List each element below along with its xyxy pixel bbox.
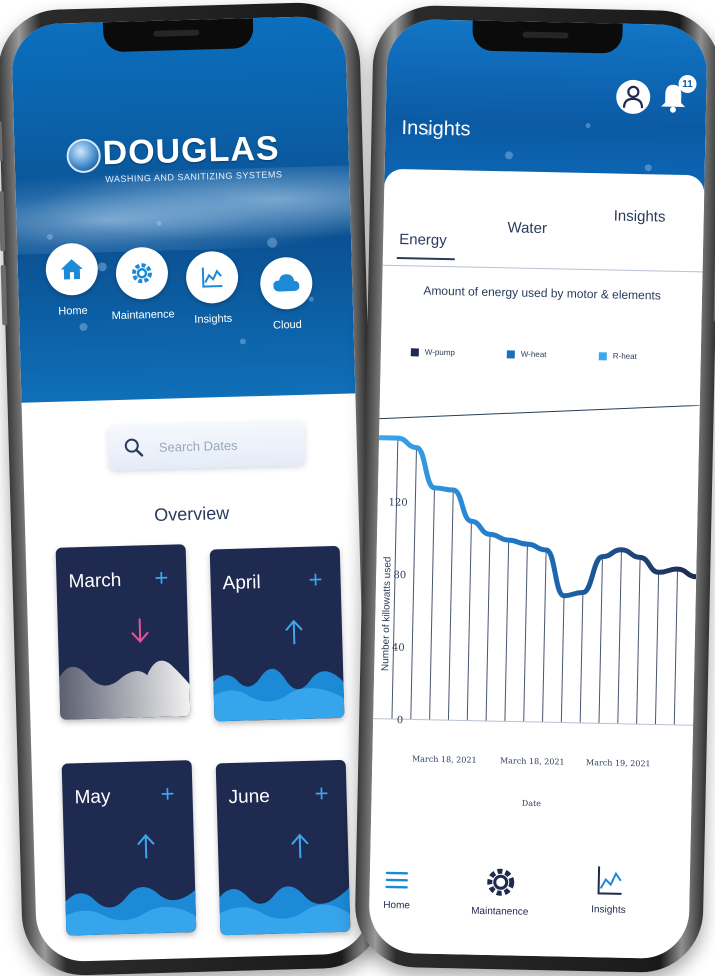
- drop-line: [579, 592, 584, 723]
- right-screen: Insights 11 Energy Water Insights Amount…: [368, 18, 708, 960]
- y-tick-label: 80: [393, 570, 406, 581]
- drop-line: [636, 557, 641, 725]
- x-tick-label: March 18, 2021: [412, 754, 477, 764]
- drop-line: [485, 534, 491, 721]
- notch: [472, 20, 623, 54]
- y-tick-label: 40: [392, 642, 405, 653]
- drop-line: [654, 572, 660, 725]
- tab-insights[interactable]: Insights: [614, 208, 666, 226]
- trend-wave: [213, 668, 345, 722]
- drop-line: [504, 540, 510, 722]
- y-tick-label: 120: [388, 497, 407, 508]
- menu-icon: [385, 871, 409, 889]
- trend-wave: [65, 887, 197, 936]
- nav-cloud-label: Cloud: [272, 318, 303, 332]
- plus-icon[interactable]: +: [314, 780, 329, 807]
- trend-wave: [59, 660, 191, 720]
- drop-line: [523, 544, 528, 722]
- bottom-nav-insights-label: Insights: [591, 904, 626, 916]
- plus-icon[interactable]: +: [154, 565, 169, 592]
- x-axis-label: Date: [522, 799, 542, 808]
- line-chart-icon: [201, 267, 223, 288]
- series-line-r-heat: [376, 435, 699, 599]
- arrow-up-icon: [285, 619, 303, 645]
- month-name: June: [228, 785, 271, 809]
- month-name: March: [68, 569, 122, 593]
- home-icon: [60, 259, 83, 280]
- hero-banner: DOUGLAS WASHING AND SANITIZING SYSTEMS H…: [10, 15, 356, 403]
- cloud-icon: [273, 274, 300, 292]
- y-tick-label: 0: [397, 715, 404, 726]
- gear-icon: [131, 263, 152, 284]
- gear-icon: [486, 868, 514, 896]
- bottom-nav-maintenance[interactable]: Maintanence: [471, 865, 529, 918]
- month-name: April: [222, 572, 261, 595]
- x-tick-label: March 19, 2021: [586, 758, 651, 768]
- month-name: May: [74, 786, 111, 809]
- mockup-stage: DOUGLAS WASHING AND SANITIZING SYSTEMS H…: [0, 0, 715, 976]
- arrow-up-icon: [137, 833, 155, 859]
- bottom-nav-insights[interactable]: Insights: [591, 863, 627, 916]
- plus-icon[interactable]: +: [160, 781, 175, 808]
- bottom-nav-home-label: Home: [383, 899, 411, 912]
- drop-line: [598, 556, 603, 724]
- nav-cloud[interactable]: Cloud: [246, 256, 328, 332]
- legend-item-w-pump: W-pump: [410, 347, 455, 357]
- trend-wave: [219, 886, 351, 936]
- notification-badge: 11: [678, 74, 697, 94]
- month-card-may[interactable]: May +: [61, 760, 197, 936]
- left-screen: DOUGLAS WASHING AND SANITIZING SYSTEMS H…: [10, 15, 372, 963]
- drop-line: [466, 521, 472, 721]
- arrow-up-icon: [291, 833, 309, 859]
- douglas-logo: DOUGLAS WASHING AND SANITIZING SYSTEMS: [66, 127, 308, 204]
- nav-insights-label: Insights: [194, 312, 233, 326]
- drop-line: [673, 569, 679, 725]
- user-icon: [622, 85, 644, 109]
- brand-name: DOUGLAS: [102, 129, 281, 173]
- drop-line: [560, 595, 565, 723]
- legend-item-r-heat: R-heat: [598, 351, 637, 361]
- nav-insights[interactable]: Insights: [171, 250, 253, 326]
- left-phone-frame: DOUGLAS WASHING AND SANITIZING SYSTEMS H…: [0, 1, 386, 976]
- energy-line-chart: 0 40 80 120 Number of killowatts used March 1…: [373, 404, 700, 808]
- main-nav: Home Maintanence Insights Cloud: [17, 235, 354, 354]
- notch: [102, 18, 254, 53]
- search-icon: [124, 438, 144, 457]
- x-axis-line: [373, 718, 694, 726]
- y-axis-label: Number of killowatts used: [380, 557, 393, 672]
- month-card-march[interactable]: March +: [55, 544, 191, 720]
- water-drop-icon: [66, 138, 102, 174]
- drop-line: [617, 549, 622, 724]
- plus-icon[interactable]: +: [308, 566, 323, 593]
- line-chart-icon: [597, 866, 622, 895]
- search-placeholder: Search Dates: [158, 437, 238, 455]
- arrow-down-icon: [131, 618, 149, 643]
- bottom-nav-maintenance-label: Maintanence: [471, 905, 529, 918]
- legend-item-w-heat: W-heat: [506, 349, 547, 359]
- right-phone-frame: Insights 11 Energy Water Insights Amount…: [353, 4, 715, 974]
- search-dates-input[interactable]: Search Dates: [108, 420, 306, 471]
- x-tick-label: March 18, 2021: [500, 756, 565, 766]
- bottom-nav-home[interactable]: Home: [383, 867, 411, 912]
- month-card-april[interactable]: April +: [209, 545, 345, 722]
- drop-line: [447, 490, 454, 721]
- nav-home-label: Home: [58, 304, 88, 318]
- drop-line: [410, 447, 417, 720]
- drop-line: [542, 549, 547, 723]
- nav-maintenance-label: Maintanence: [111, 308, 175, 323]
- tab-water[interactable]: Water: [507, 219, 547, 237]
- tab-energy[interactable]: Energy: [399, 231, 447, 249]
- bottom-nav: Home Maintanence Insights: [369, 855, 691, 942]
- overview-title: Overview: [153, 502, 230, 526]
- drop-line: [429, 487, 435, 720]
- month-card-june[interactable]: June +: [215, 759, 351, 936]
- page-title: Insights: [401, 117, 471, 141]
